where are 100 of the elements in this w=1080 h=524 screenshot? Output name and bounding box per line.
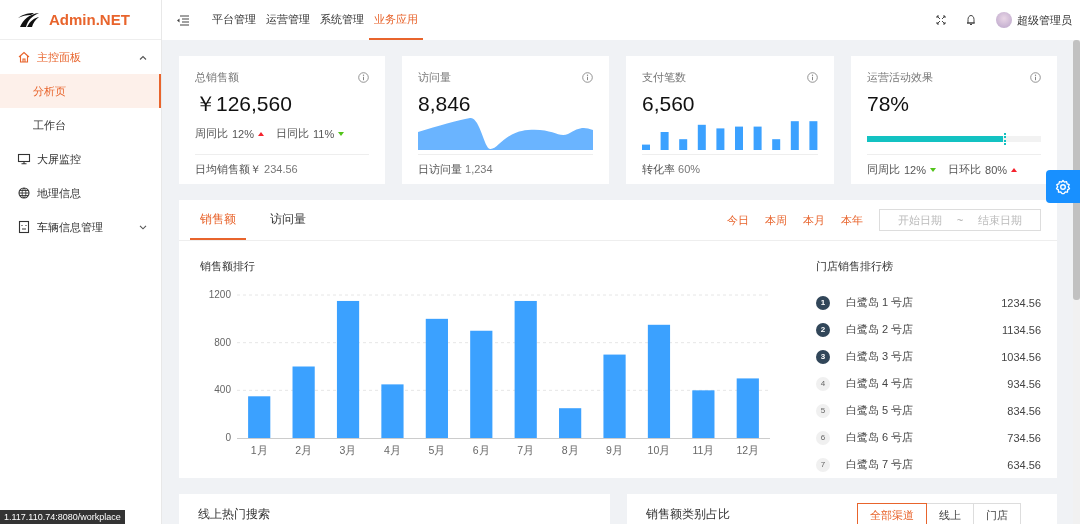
- store-name: 白鹭岛 1 号店: [846, 295, 915, 310]
- store-name: 白鹭岛 7 号店: [846, 457, 915, 472]
- bar: [736, 378, 759, 438]
- info-icon[interactable]: [1030, 72, 1041, 83]
- settings-icon: [1055, 178, 1071, 195]
- axis-label: 12月: [736, 444, 760, 456]
- segment-button[interactable]: 全部渠道: [857, 503, 927, 524]
- axis-label: 2月: [295, 444, 313, 456]
- panel-tab[interactable]: 访问量: [260, 200, 316, 240]
- monitor-icon: [17, 152, 31, 166]
- bar: [692, 390, 715, 438]
- nav-tab[interactable]: 运营管理: [261, 0, 315, 40]
- bar: [292, 366, 315, 438]
- axis-label: 800: [214, 336, 231, 348]
- stat-value: 78%: [867, 91, 911, 117]
- bell-icon[interactable]: [966, 14, 976, 26]
- sales-value: 1234.56: [1001, 296, 1041, 309]
- submenu-item[interactable]: 工作台: [0, 108, 161, 142]
- device-icon: [17, 220, 31, 234]
- trend-text: 周同比 12%: [195, 126, 265, 141]
- scrollbar[interactable]: [1073, 40, 1080, 524]
- rank-badge: 6: [816, 430, 830, 445]
- menu-item[interactable]: 车辆信息管理: [0, 210, 161, 244]
- axis-label: 0: [225, 432, 231, 443]
- axis-label: 1月: [250, 444, 268, 456]
- store-name: 白鹭岛 5 号店: [846, 403, 915, 418]
- range-link[interactable]: 今日: [727, 212, 749, 228]
- axis-label: 4月: [384, 444, 401, 456]
- range-link[interactable]: 本周: [765, 212, 787, 228]
- range-link[interactable]: 本年: [841, 212, 863, 228]
- panel-tab[interactable]: 销售额: [190, 200, 246, 240]
- trend-text: 日环比 80%: [948, 162, 1018, 177]
- menu-item[interactable]: 大屏监控: [0, 142, 161, 176]
- sales-value: 934.56: [1007, 377, 1041, 390]
- bar: [248, 396, 271, 438]
- axis-label: 8月: [561, 444, 579, 456]
- nav-tab[interactable]: 业务应用: [369, 0, 423, 40]
- menu-fold-icon[interactable]: [176, 14, 189, 26]
- chart-title: 销售额排行: [200, 259, 256, 274]
- card-title: 运营活动效果: [867, 70, 933, 85]
- rank-badge: 2: [816, 322, 830, 337]
- stat-value: 6,560: [642, 91, 696, 117]
- segment-button[interactable]: 线上: [926, 503, 974, 524]
- app-name: Admin.NET: [49, 11, 130, 28]
- trend-text: 同周比 12%: [867, 162, 937, 177]
- card-title: 总销售额: [195, 70, 239, 85]
- menu-item[interactable]: 主控面板: [0, 40, 161, 74]
- axis-label: 9月: [606, 444, 623, 456]
- trend-text: 日同比 11%: [276, 126, 345, 141]
- user-menu[interactable]: 超级管理员: [996, 12, 1072, 28]
- info-icon[interactable]: [582, 72, 593, 83]
- card-title: 访问量: [418, 70, 451, 85]
- sales-value: 834.56: [1007, 404, 1041, 417]
- range-link[interactable]: 本月: [803, 212, 825, 228]
- stat-value: ￥126,560: [195, 91, 293, 117]
- axis-label: 6月: [472, 444, 490, 456]
- store-name: 白鹭岛 4 号店: [846, 376, 915, 391]
- ranking-title: 门店销售排行榜: [816, 259, 894, 274]
- info-icon[interactable]: [807, 72, 818, 83]
- sales-value: 1034.56: [1001, 350, 1041, 363]
- axis-label: 3月: [339, 444, 357, 456]
- sales-value: 1134.56: [1002, 323, 1041, 336]
- range-separator: ~: [956, 214, 964, 226]
- info-icon[interactable]: [358, 72, 369, 83]
- card-title: 销售额类别占比: [645, 506, 731, 523]
- home-icon: [17, 50, 31, 64]
- footer-text: 日均销售额￥ 234.56: [195, 162, 299, 177]
- axis-label: 7月: [517, 444, 535, 456]
- footer-text: 转化率 60%: [642, 162, 702, 177]
- axis-label: 10月: [647, 444, 671, 456]
- bar: [559, 408, 582, 438]
- start-date-field[interactable]: 开始日期: [892, 214, 949, 226]
- rank-badge: 3: [816, 349, 830, 364]
- end-date-field[interactable]: 结束日期: [971, 214, 1028, 226]
- sales-value: 634.56: [1007, 458, 1041, 471]
- avatar: [996, 12, 1012, 28]
- nav-tab[interactable]: 平台管理: [207, 0, 261, 40]
- stat-value: 8,846: [418, 91, 472, 117]
- globe-icon: [17, 186, 31, 200]
- store-name: 白鹭岛 6 号店: [846, 430, 915, 445]
- store-name: 白鹭岛 3 号店: [846, 349, 915, 364]
- link-preview: 1.117.110.74:8080/workplace: [0, 510, 125, 524]
- nav-tab[interactable]: 系统管理: [315, 0, 369, 40]
- footer-text: 日访问量 1,234: [418, 162, 494, 177]
- fullscreen-icon[interactable]: [936, 15, 946, 25]
- card-title: 线上热门搜索: [198, 506, 271, 523]
- bar: [381, 384, 404, 438]
- sales-value: 734.56: [1007, 431, 1041, 444]
- rank-badge: 1: [816, 295, 830, 310]
- segment-button[interactable]: 门店: [973, 503, 1021, 524]
- rank-badge: 5: [816, 403, 830, 418]
- axis-label: 400: [214, 384, 231, 396]
- menu-item[interactable]: 地理信息: [0, 176, 161, 210]
- axis-label: 1200: [208, 289, 231, 300]
- settings-button[interactable]: [1046, 170, 1080, 203]
- card-title: 支付笔数: [642, 70, 686, 85]
- axis-label: 5月: [428, 444, 446, 456]
- rank-badge: 4: [816, 376, 830, 391]
- rank-badge: 7: [816, 457, 830, 472]
- store-name: 白鹭岛 2 号店: [846, 322, 915, 337]
